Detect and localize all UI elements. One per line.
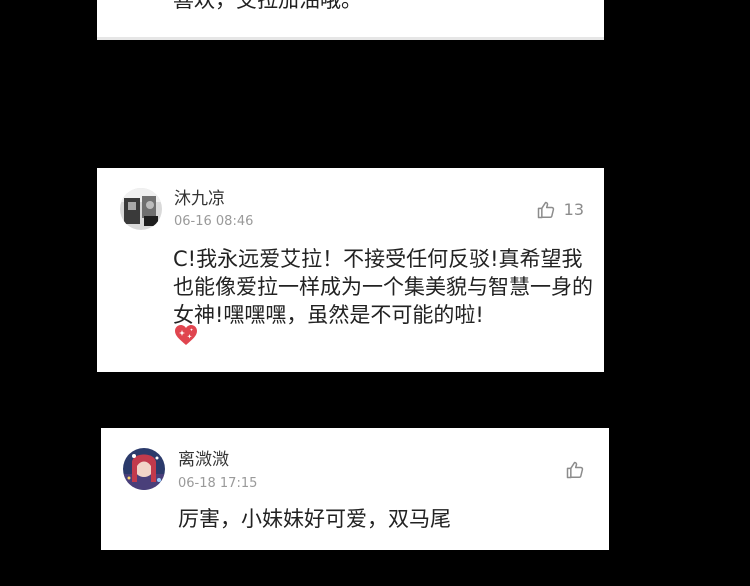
like-button[interactable]: 13 [536, 200, 584, 220]
comment-card: 沐九凉 06-16 08:46 13 C!我永远爱艾拉！不接受任何反驳!真希望我… [97, 168, 604, 372]
avatar[interactable] [123, 448, 165, 490]
sparkle-heart-icon [175, 325, 197, 345]
like-button[interactable] [565, 460, 585, 480]
like-count: 13 [563, 200, 584, 219]
thumbs-up-icon [566, 461, 584, 479]
comment-card: 离溦溦 06-18 17:15 厉害，小妹妹好可爱，双马尾 [101, 428, 609, 550]
username[interactable]: 离溦溦 [178, 450, 229, 470]
comment-text: 厉害，小妹妹好可爱，双马尾 [178, 507, 451, 531]
comment-card: 喜欢，艾拉加油哦。 [97, 0, 604, 40]
avatar[interactable] [120, 188, 162, 230]
timestamp: 06-16 08:46 [174, 214, 254, 229]
avatar-image [123, 448, 165, 490]
comment-text: C!我永远爱艾拉！不接受任何反驳!真希望我也能像爱拉一样成为一个集美貌与智慧一身… [173, 247, 593, 327]
comment-text: 喜欢，艾拉加油哦。 [173, 0, 362, 12]
thumbs-up-icon [537, 201, 554, 219]
timestamp: 06-18 17:15 [178, 476, 258, 491]
avatar-image [120, 188, 162, 230]
username[interactable]: 沐九凉 [174, 189, 225, 209]
